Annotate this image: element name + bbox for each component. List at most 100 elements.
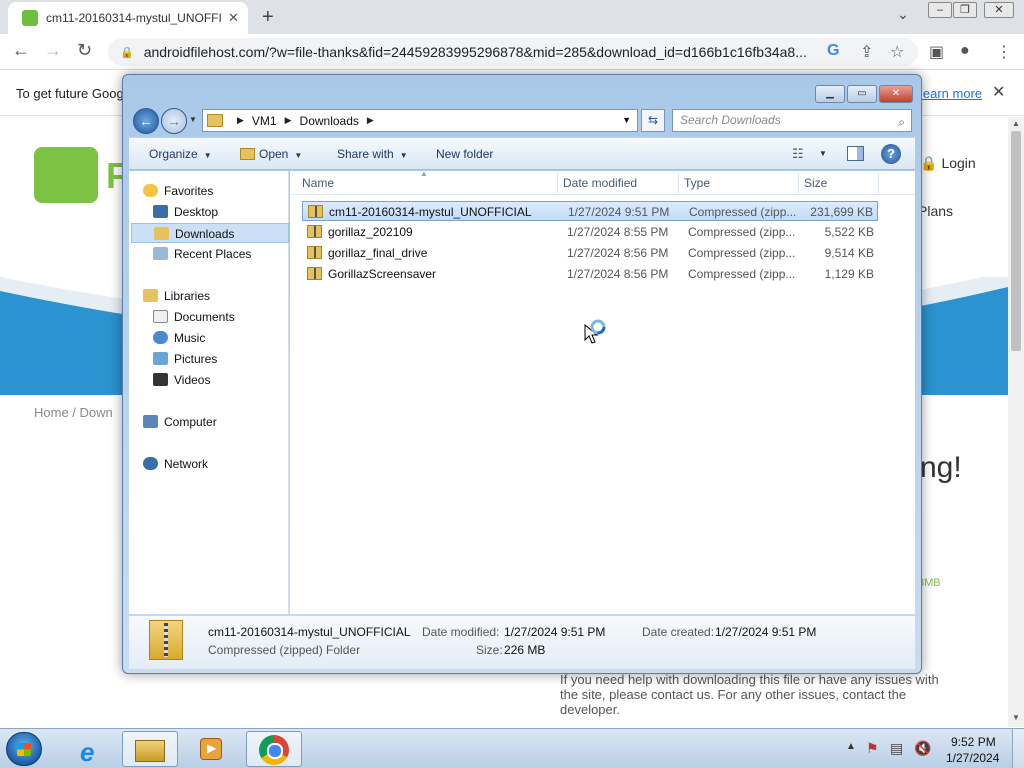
column-size[interactable]: Size: [804, 176, 827, 190]
login-link[interactable]: 🔒 Login: [920, 155, 976, 172]
breadcrumb-arrow-icon[interactable]: ▶: [285, 115, 292, 126]
nav-videos[interactable]: Videos: [153, 370, 311, 390]
action-center-flag-icon[interactable]: ⚑: [866, 740, 879, 757]
file-name: GorillazScreensaver: [328, 267, 437, 281]
network-status-icon[interactable]: ▤: [890, 740, 903, 757]
column-date-modified[interactable]: Date modified: [563, 176, 637, 190]
navigation-pane: Favorites Desktop Downloads Recent Place…: [129, 171, 289, 614]
downloads-folder-icon: [154, 227, 169, 240]
music-icon: [153, 331, 168, 344]
file-row[interactable]: gorillaz_final_drive 1/27/2024 8:56 PM C…: [302, 243, 878, 263]
breadcrumb-vm1[interactable]: VM1: [252, 114, 277, 128]
open-button[interactable]: Open ▼: [240, 147, 302, 161]
address-bar[interactable]: 🔒 androidfilehost.com/?w=file-thanks&fid…: [108, 38, 918, 66]
explorer-forward-button[interactable]: →: [161, 108, 187, 134]
taskbar-windows-explorer[interactable]: [122, 731, 178, 767]
breadcrumb-downloads[interactable]: Downloads: [300, 114, 359, 128]
file-name: gorillaz_final_drive: [328, 246, 428, 260]
details-date-modified: 1/27/2024 9:51 PM: [504, 625, 606, 639]
share-with-button[interactable]: Share with ▼: [337, 147, 408, 161]
breadcrumb-arrow-icon[interactable]: ▶: [237, 115, 244, 126]
lock-icon[interactable]: 🔒: [120, 46, 134, 59]
file-size: 231,699 KB: [810, 205, 873, 219]
volume-muted-icon[interactable]: 🔇: [914, 740, 931, 757]
restore-window-button[interactable]: ❐: [953, 2, 977, 18]
nav-pictures[interactable]: Pictures: [153, 349, 311, 369]
scroll-down-icon[interactable]: ▼: [1012, 713, 1020, 722]
column-divider[interactable]: [557, 173, 558, 193]
side-panel-icon[interactable]: ▣: [929, 42, 944, 62]
file-list: cm11-20160314-mystul_UNOFFICIAL 1/27/202…: [290, 195, 915, 614]
start-button[interactable]: [6, 732, 42, 766]
explorer-maximize-button[interactable]: ▭: [847, 85, 877, 103]
file-date: 1/27/2024 8:56 PM: [567, 267, 669, 281]
organize-button[interactable]: Organize ▼: [149, 147, 212, 161]
plans-link[interactable]: Plans: [918, 203, 953, 219]
column-name[interactable]: Name: [302, 176, 334, 190]
column-divider[interactable]: [678, 173, 679, 193]
refresh-icon[interactable]: ⇆: [641, 109, 665, 132]
details-date-created-label: Date created:: [642, 625, 715, 639]
nav-documents[interactable]: Documents: [153, 307, 311, 327]
nav-network[interactable]: Network: [143, 454, 301, 474]
bookmark-star-icon[interactable]: ☆: [890, 42, 904, 62]
back-arrow-icon[interactable]: ←: [12, 40, 30, 61]
column-divider[interactable]: [798, 173, 799, 193]
taskbar-chrome[interactable]: [246, 731, 302, 767]
column-divider[interactable]: [878, 173, 879, 193]
google-lens-icon[interactable]: G: [827, 42, 839, 60]
minimize-window-button[interactable]: ‒: [928, 2, 952, 18]
nav-music[interactable]: Music: [153, 328, 311, 348]
address-dropdown-icon[interactable]: ▼: [622, 115, 631, 125]
show-hidden-icons-icon[interactable]: ▲: [846, 741, 856, 752]
taskbar-internet-explorer[interactable]: e: [62, 731, 118, 767]
tab-search-chevron-icon[interactable]: ⌄: [897, 6, 909, 23]
page-scrollbar[interactable]: ▲ ▼: [1008, 117, 1024, 727]
explorer-address-bar[interactable]: ▶ VM1 ▶ Downloads ▶ ▼: [202, 109, 638, 132]
taskbar-media-player[interactable]: [182, 731, 238, 767]
nav-favorites[interactable]: Favorites: [143, 181, 301, 201]
clock-date[interactable]: 1/27/2024: [946, 751, 999, 765]
file-row[interactable]: GorillazScreensaver 1/27/2024 8:56 PM Co…: [302, 264, 878, 284]
new-tab-button[interactable]: +: [262, 6, 274, 29]
tab-title: cm11-20160314-mystul_UNOFFICIAL: [46, 11, 222, 25]
info-bar-close-icon[interactable]: ✕: [992, 82, 1005, 102]
column-type[interactable]: Type: [684, 176, 710, 190]
clock-time[interactable]: 9:52 PM: [951, 735, 996, 749]
file-row[interactable]: gorillaz_202109 1/27/2024 8:55 PM Compre…: [302, 222, 878, 242]
close-window-button[interactable]: ✕: [984, 2, 1014, 18]
menu-kebab-icon[interactable]: ⋮: [996, 42, 1012, 62]
preview-pane-icon[interactable]: [847, 146, 864, 161]
nav-desktop[interactable]: Desktop: [153, 202, 311, 222]
search-input[interactable]: Search Downloads ⌕: [672, 109, 912, 132]
file-type: Compressed (zipp...: [688, 225, 796, 239]
view-options-chevron-icon[interactable]: ▼: [819, 149, 827, 158]
breadcrumb[interactable]: Home / Down: [34, 405, 113, 420]
explorer-minimize-button[interactable]: ▁: [815, 85, 845, 103]
nav-libraries[interactable]: Libraries: [143, 286, 301, 306]
explorer-back-button[interactable]: ←: [133, 108, 159, 134]
scrollbar-thumb[interactable]: [1011, 131, 1021, 351]
forward-arrow-icon[interactable]: →: [44, 40, 62, 61]
nav-downloads[interactable]: Downloads: [131, 223, 289, 243]
sort-ascending-icon: ▲: [420, 169, 428, 178]
show-desktop-button[interactable]: [1012, 729, 1024, 768]
new-folder-button[interactable]: New folder: [436, 147, 493, 161]
scroll-up-icon[interactable]: ▲: [1012, 119, 1020, 128]
recent-pages-chevron-icon[interactable]: ▼: [189, 115, 197, 124]
nav-computer[interactable]: Computer: [143, 412, 301, 432]
breadcrumb-arrow-icon[interactable]: ▶: [367, 115, 374, 126]
share-icon[interactable]: ⇪: [860, 42, 873, 62]
reload-icon[interactable]: ↻: [77, 40, 92, 61]
explorer-close-button[interactable]: ✕: [879, 85, 913, 103]
learn-more-link[interactable]: learn more: [920, 86, 982, 101]
profile-avatar-icon[interactable]: ●: [960, 42, 970, 60]
file-row[interactable]: cm11-20160314-mystul_UNOFFICIAL 1/27/202…: [302, 201, 878, 221]
browser-tab[interactable]: cm11-20160314-mystul_UNOFFICIAL ✕: [8, 2, 248, 34]
change-view-icon[interactable]: ☷: [792, 146, 804, 162]
tab-close-icon[interactable]: ✕: [228, 10, 239, 26]
url-text[interactable]: androidfilehost.com/?w=file-thanks&fid=2…: [144, 44, 824, 60]
help-icon[interactable]: ?: [881, 144, 901, 164]
search-icon[interactable]: ⌕: [898, 112, 905, 133]
nav-recent-places[interactable]: Recent Places: [153, 244, 311, 264]
